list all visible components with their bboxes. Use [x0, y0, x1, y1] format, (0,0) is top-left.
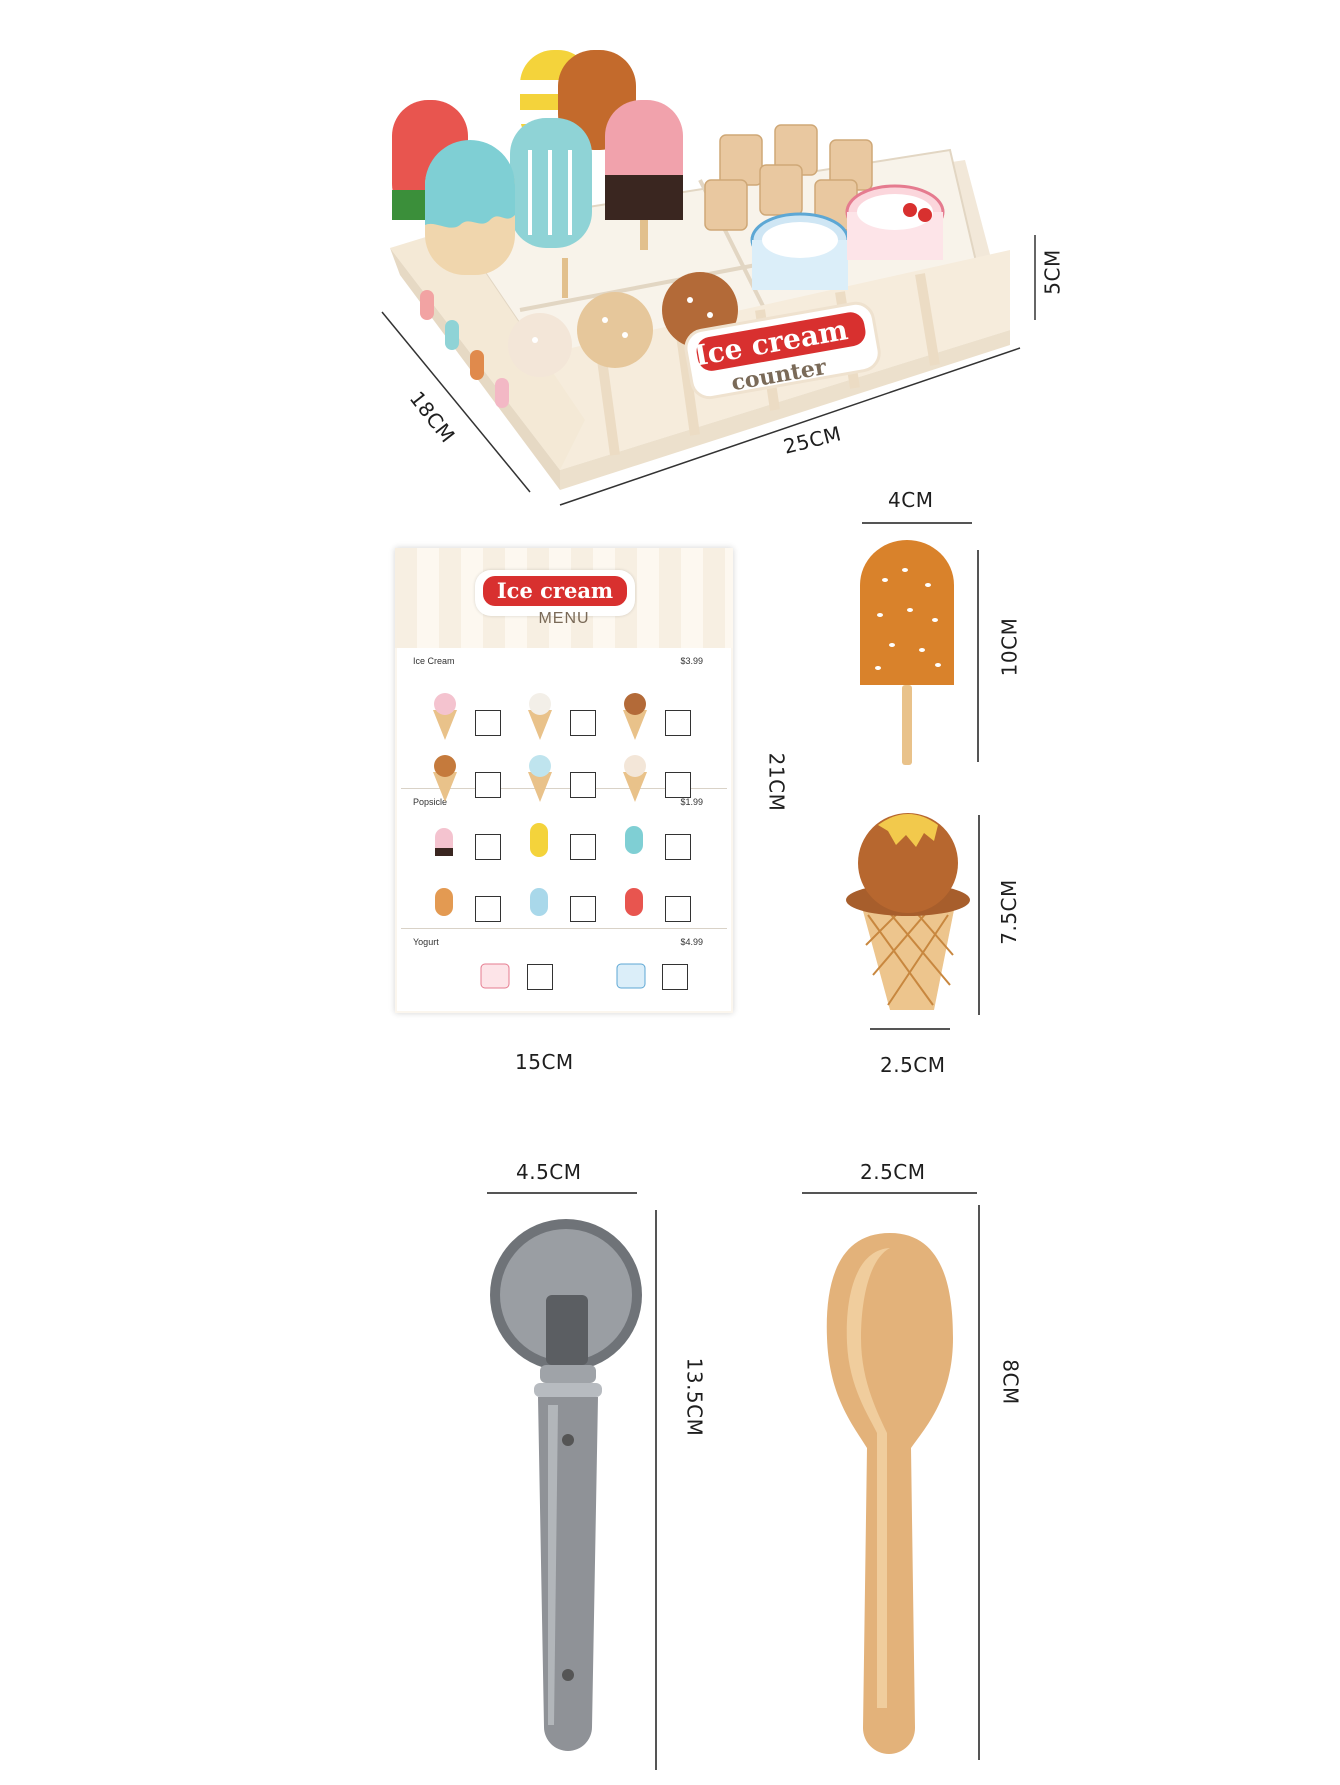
- box-height-label: 5CM: [1040, 249, 1065, 295]
- popsicle-height-label: 10CM: [997, 617, 1022, 677]
- cone-height-label: 7.5CM: [996, 879, 1021, 945]
- popsicle-width-line: [862, 522, 972, 524]
- cone-icon: [433, 693, 647, 802]
- spoon-height-line: [978, 1205, 980, 1760]
- menu-items-illustration: [433, 693, 647, 989]
- menu-checkbox[interactable]: [570, 772, 596, 798]
- menu-checkbox[interactable]: [570, 710, 596, 736]
- scoop-width-label: 4.5CM: [516, 1160, 582, 1184]
- spoon-width-label: 2.5CM: [860, 1160, 926, 1184]
- menu-height-label: 21CM: [764, 752, 789, 812]
- menu-checkbox[interactable]: [665, 710, 691, 736]
- menu-checkbox[interactable]: [662, 964, 688, 990]
- ice-cream-counter-box: Ice cream counter: [381, 50, 1036, 506]
- cone-width-line: [870, 1028, 950, 1030]
- menu-width-label: 15CM: [515, 1050, 574, 1074]
- menu-checkbox[interactable]: [475, 710, 501, 736]
- cone-height-line: [978, 815, 980, 1015]
- popsicle-illustration: [860, 540, 954, 765]
- menu-checkbox[interactable]: [570, 896, 596, 922]
- menu-checkbox[interactable]: [665, 834, 691, 860]
- menu-subtitle: MENU: [538, 610, 590, 627]
- spoon-height-label: 8CM: [998, 1359, 1023, 1405]
- menu-checkbox[interactable]: [570, 834, 596, 860]
- cone-width-label: 2.5CM: [880, 1053, 946, 1077]
- menu-checkbox[interactable]: [665, 896, 691, 922]
- menu-body: Ice Cream $3.99 Popsicle $1.99 Yogurt $4…: [397, 648, 731, 1011]
- popsicle-height-line: [977, 550, 979, 762]
- menu-title: Ice cream: [483, 576, 627, 606]
- menu-checkbox[interactable]: [475, 772, 501, 798]
- spoon-width-line: [802, 1192, 977, 1194]
- scoop-height-line: [655, 1210, 657, 1770]
- ice-cream-cone-illustration: [846, 813, 970, 1010]
- scoop-width-line: [487, 1192, 637, 1194]
- menu-card: Ice cream MENU Ice Cream $3.99 Popsicle …: [395, 548, 733, 1013]
- menu-checkbox[interactable]: [665, 772, 691, 798]
- scoop-height-label: 13.5CM: [682, 1357, 707, 1437]
- menu-checkbox[interactable]: [527, 964, 553, 990]
- ice-cream-scoop-illustration: [490, 1219, 642, 1751]
- menu-checkbox[interactable]: [475, 896, 501, 922]
- menu-checkbox[interactable]: [475, 834, 501, 860]
- wooden-spoon-illustration: [826, 1233, 953, 1754]
- popsicle-width-label: 4CM: [888, 488, 934, 512]
- popsicle-icon: [435, 823, 643, 916]
- yogurt-cup-icon: [480, 963, 646, 989]
